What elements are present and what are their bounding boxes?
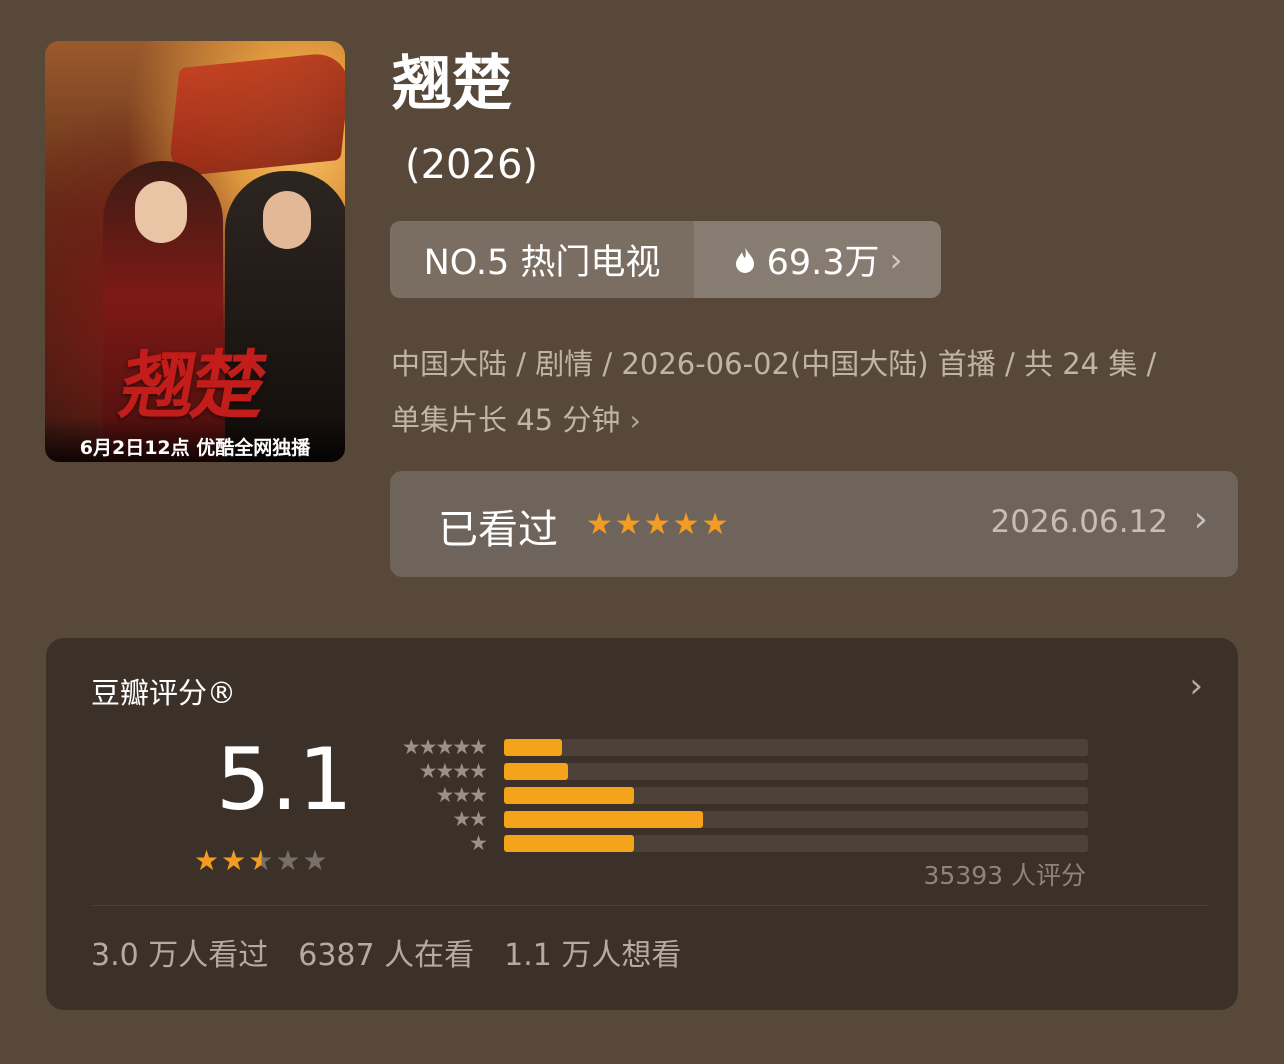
rank-label[interactable]: NO.5 热门电视 bbox=[390, 221, 694, 298]
star-full-icon: ★ bbox=[221, 844, 249, 877]
chevron-right-icon: › bbox=[889, 240, 903, 279]
poster-face bbox=[135, 181, 187, 243]
row-stars-icon: ★★★★★ bbox=[401, 735, 488, 759]
poster-image[interactable]: 翘楚 6月2日12点 优酷全网独播 bbox=[45, 41, 345, 462]
star-full-icon: ★ bbox=[194, 844, 222, 877]
bar-fill bbox=[504, 763, 569, 780]
star-empty-icon: ★ bbox=[275, 844, 303, 877]
bar-track bbox=[504, 787, 1088, 804]
rating-score: 5.1 bbox=[216, 730, 353, 830]
show-meta[interactable]: 中国大陆 / 剧情 / 2026-06-02(中国大陆) 首播 / 共 24 集… bbox=[391, 336, 1251, 449]
bar-fill bbox=[504, 811, 703, 828]
rating-row-3: ★★★ bbox=[382, 784, 1142, 808]
rating-row-4: ★★★★ bbox=[382, 760, 1142, 784]
rating-row-1: ★ bbox=[382, 832, 1142, 856]
bar-track bbox=[504, 811, 1088, 828]
poster-flag bbox=[167, 50, 345, 178]
watched-status-button[interactable]: 已看过 ★★★★★ 2026.06.12 › bbox=[390, 471, 1238, 577]
poster-caption: 6月2日12点 优酷全网独播 bbox=[45, 418, 345, 462]
row-stars-icon: ★★ bbox=[452, 807, 488, 831]
row-stars-icon: ★★★★ bbox=[418, 759, 488, 783]
rating-row-2: ★★ bbox=[382, 808, 1142, 832]
watched-date: 2026.06.12 bbox=[990, 504, 1169, 540]
bar-fill bbox=[504, 835, 634, 852]
rating-stars: ★★★★★ bbox=[194, 844, 330, 877]
rating-brand: 豆瓣评分® bbox=[91, 676, 237, 710]
row-stars-icon: ★ bbox=[469, 831, 488, 855]
stat-watching[interactable]: 6387 人在看 bbox=[298, 930, 474, 974]
bar-track bbox=[504, 739, 1088, 756]
stat-want[interactable]: 1.1 万人想看 bbox=[504, 930, 681, 974]
page-title: 翘楚 bbox=[392, 49, 512, 119]
rating-count: 35393 人评分 bbox=[923, 861, 1086, 890]
heat-value: 69.3万 bbox=[766, 243, 880, 283]
chevron-right-icon: › bbox=[629, 404, 641, 437]
heat-button[interactable]: 69.3万 › bbox=[694, 221, 941, 298]
douban-rating-card[interactable]: 豆瓣评分® › 5.1 ★★★★★ ★★★★★ ★★★★ ★★★ ★★ ★ 35393 … bbox=[46, 638, 1238, 1010]
star-empty-icon: ★ bbox=[302, 844, 330, 877]
release-year: (2026) bbox=[405, 142, 539, 188]
meta-line-1: 中国大陆 / 剧情 / 2026-06-02(中国大陆) 首播 / 共 24 集… bbox=[391, 347, 1157, 381]
bar-track bbox=[504, 763, 1088, 780]
audience-stats: 3.0 万人看过 6387 人在看 1.1 万人想看 bbox=[91, 930, 681, 974]
bar-fill bbox=[504, 787, 635, 804]
ranking-bar[interactable]: NO.5 热门电视 69.3万 › bbox=[390, 221, 941, 298]
row-stars-icon: ★★★ bbox=[435, 783, 489, 807]
bar-fill bbox=[504, 739, 563, 756]
chevron-right-icon[interactable]: › bbox=[1189, 666, 1203, 706]
chevron-right-icon: › bbox=[1193, 499, 1208, 540]
rating-row-5: ★★★★★ bbox=[382, 736, 1142, 760]
star-half-icon: ★ bbox=[248, 844, 276, 877]
stat-watched[interactable]: 3.0 万人看过 bbox=[91, 930, 268, 974]
meta-line-2: 单集片长 45 分钟 bbox=[391, 403, 621, 437]
poster-calligraphy: 翘楚 bbox=[114, 343, 270, 429]
watched-label: 已看过 bbox=[438, 507, 558, 553]
flame-icon bbox=[735, 246, 754, 273]
poster-face bbox=[263, 191, 311, 249]
my-rating-stars: ★★★★★ bbox=[586, 507, 731, 542]
bar-track bbox=[504, 835, 1088, 852]
rating-distribution: ★★★★★ ★★★★ ★★★ ★★ ★ bbox=[382, 736, 1142, 856]
divider bbox=[92, 905, 1208, 906]
